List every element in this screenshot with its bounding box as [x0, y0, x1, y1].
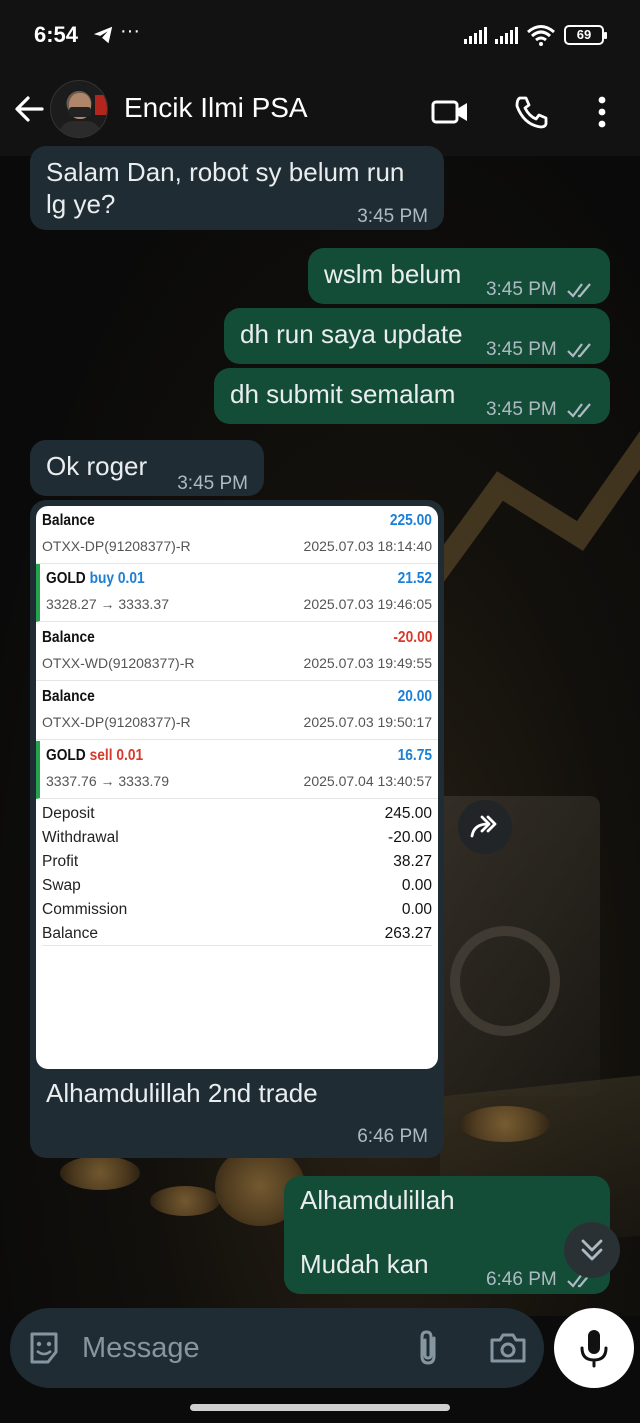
- forward-icon: [470, 815, 497, 838]
- double-chevron-down-icon: [581, 1239, 603, 1261]
- read-receipt-icon: [567, 343, 591, 358]
- message-composer: [10, 1308, 544, 1388]
- outgoing-message[interactable]: dh submit semalam 3:45 PM: [214, 368, 610, 424]
- wallpaper-coin: [150, 1186, 220, 1216]
- summary-row: Withdrawal -20.00: [42, 829, 432, 846]
- read-receipt-icon: [567, 283, 591, 298]
- read-receipt-icon: [567, 403, 591, 418]
- summary-row: Commission 0.00: [42, 901, 432, 918]
- trade-row: Balance OTXX-DP(91208377)-R 20.00 2025.0…: [36, 682, 438, 740]
- wifi-icon: [527, 25, 555, 46]
- summary-row: Profit 38.27: [42, 853, 432, 870]
- contact-name[interactable]: Encik Ilmi PSA: [124, 92, 308, 124]
- summary-row: Balance 263.27: [42, 922, 432, 946]
- message-time: 6:46 PM: [485, 1269, 557, 1290]
- message-input[interactable]: [82, 1330, 382, 1366]
- message-text: dh run saya update: [240, 319, 463, 349]
- message-time: 3:45 PM: [485, 279, 557, 300]
- trade-row: GOLD buy 0.01 3328.27 → 3333.37 21.52 20…: [36, 564, 438, 622]
- attach-icon[interactable]: [410, 1328, 446, 1368]
- forward-button[interactable]: [458, 800, 512, 854]
- outgoing-message[interactable]: dh run saya update 3:45 PM: [224, 308, 610, 364]
- signal-icon: [464, 26, 487, 44]
- outgoing-message[interactable]: wslm belum 3:45 PM: [308, 248, 610, 304]
- gesture-home-bar[interactable]: [190, 1404, 450, 1411]
- back-arrow-icon[interactable]: [12, 92, 46, 126]
- message-time: 6:46 PM: [357, 1126, 428, 1147]
- voice-message-button[interactable]: [554, 1308, 634, 1388]
- battery-icon: 69: [564, 25, 607, 45]
- status-bar: 6:54 ··· 69: [0, 0, 640, 72]
- incoming-message[interactable]: Ok roger 3:45 PM: [30, 440, 264, 496]
- trade-summary: Deposit 245.00 Withdrawal -20.00 Profit 38.…: [42, 802, 432, 946]
- more-notifications-icon: ···: [120, 20, 140, 42]
- scroll-to-bottom-button[interactable]: [564, 1222, 620, 1278]
- status-time: 6:54: [34, 22, 79, 47]
- message-text: lg ye?: [46, 189, 116, 219]
- message-time: 3:45 PM: [485, 339, 557, 360]
- message-time: 3:45 PM: [177, 473, 248, 494]
- message-time: 3:45 PM: [485, 399, 557, 420]
- summary-row: Deposit 245.00: [42, 805, 432, 822]
- wallpaper-safe-dial: [450, 926, 560, 1036]
- contact-avatar[interactable]: [50, 80, 108, 138]
- telegram-icon: [93, 26, 113, 44]
- more-options-icon[interactable]: [584, 94, 620, 130]
- summary-row: Swap 0.00: [42, 877, 432, 894]
- wallpaper-coin: [60, 1156, 140, 1190]
- message-time: 3:45 PM: [357, 206, 428, 227]
- camera-icon[interactable]: [488, 1330, 528, 1366]
- message-text: Alhamdulillah: [300, 1185, 455, 1215]
- message-text: dh submit semalam: [230, 379, 456, 409]
- chat-header: Encik Ilmi PSA: [0, 72, 640, 156]
- wallpaper-coin: [460, 1106, 550, 1142]
- message-text: Ok roger: [46, 451, 148, 481]
- trade-history-screenshot[interactable]: Balance OTXX-DP(91208377)-R 225.00 2025.…: [36, 506, 438, 1069]
- image-message[interactable]: Balance OTXX-DP(91208377)-R 225.00 2025.…: [30, 500, 444, 1158]
- image-caption: Alhamdulillah 2nd trade: [46, 1078, 318, 1108]
- message-text: wslm belum: [324, 259, 462, 289]
- video-call-icon[interactable]: [430, 94, 470, 130]
- trade-row: Balance OTXX-DP(91208377)-R 225.00 2025.…: [36, 506, 438, 564]
- incoming-message[interactable]: Salam Dan, robot sy belum run lg ye? 3:4…: [30, 146, 444, 230]
- outgoing-message[interactable]: Alhamdulillah Mudah kan 6:46 PM: [284, 1176, 610, 1294]
- trade-row: Balance OTXX-WD(91208377)-R -20.00 2025.…: [36, 623, 438, 681]
- trade-row: GOLD sell 0.01 3337.76 → 3333.79 16.75 2…: [36, 741, 438, 799]
- message-text: Mudah kan: [300, 1249, 429, 1279]
- microphone-icon: [580, 1330, 608, 1368]
- signal-icon: [495, 26, 518, 44]
- voice-call-icon[interactable]: [512, 94, 552, 130]
- message-text: Salam Dan, robot sy belum run: [46, 157, 405, 187]
- emoji-sticker-icon[interactable]: [26, 1330, 62, 1366]
